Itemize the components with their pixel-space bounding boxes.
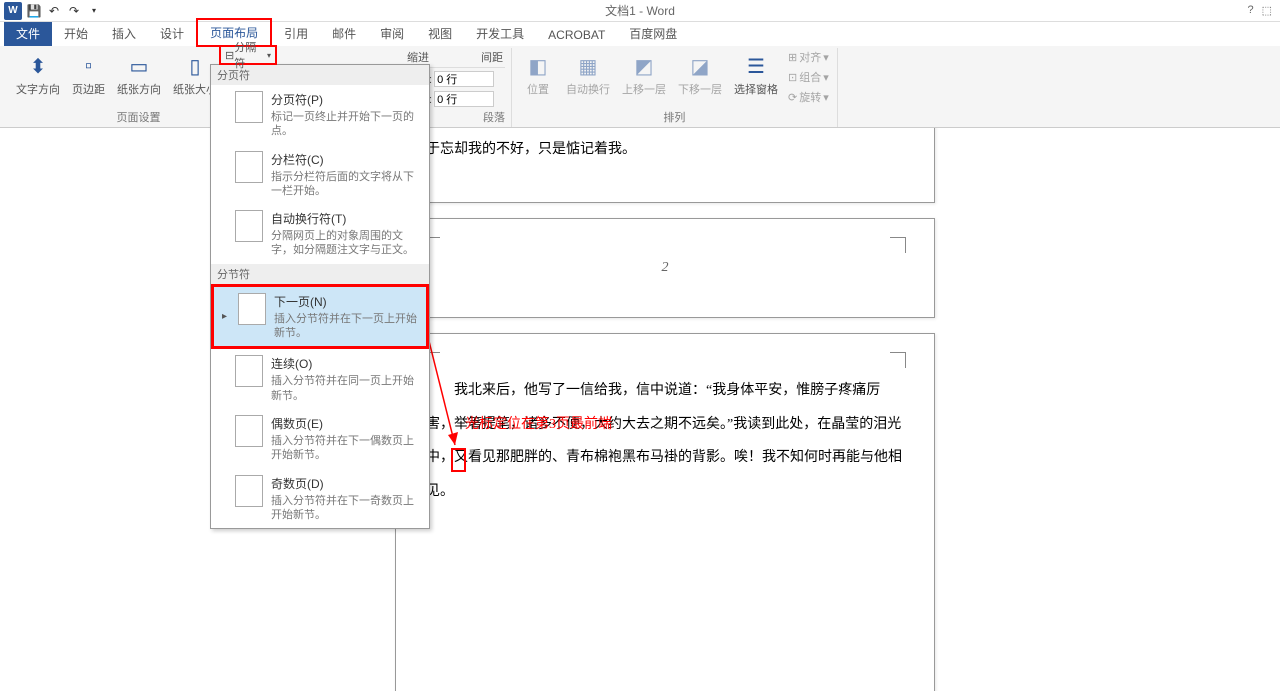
odd-page-icon xyxy=(235,475,263,507)
page-3[interactable]: 我北来后，他写了一信给我，信中说道：“我身体平安，惟膀子疼痛厉害，举箸提笔，诸多… xyxy=(395,333,935,691)
margins-button[interactable]: ▫ 页边距 xyxy=(68,48,109,98)
breaks-icon: ⊟ xyxy=(225,49,234,62)
bring-forward-button[interactable]: ◩ 上移一层 xyxy=(618,48,670,98)
annotation-text: 光标定位在第3页最前端 xyxy=(465,413,612,433)
selection-pane-icon: ☰ xyxy=(740,50,772,82)
tab-mailings[interactable]: 邮件 xyxy=(320,21,368,46)
tab-developer[interactable]: 开发工具 xyxy=(464,21,536,46)
breaks-button[interactable]: ⊟ 分隔符 ▾ xyxy=(219,45,277,65)
tab-baidu[interactable]: 百度网盘 xyxy=(617,21,689,46)
rotate-icon: ⟳ xyxy=(788,91,797,104)
tab-view[interactable]: 视图 xyxy=(416,21,464,46)
align-icon: ⊞ xyxy=(788,51,797,64)
spacing-after-input[interactable] xyxy=(434,91,494,107)
tab-home[interactable]: 开始 xyxy=(52,21,100,46)
tab-review[interactable]: 审阅 xyxy=(368,21,416,46)
continuous-icon xyxy=(235,355,263,387)
help-icon[interactable]: ? xyxy=(1247,4,1253,17)
ribbon-group-arrange: ◧ 位置 ▦ 自动换行 ◩ 上移一层 ◪ 下移一层 ☰ 选择窗格 ⊞ 对齐 ▾ … xyxy=(512,48,838,127)
spacing-before-input[interactable] xyxy=(434,71,494,87)
document-title: 文档1 - Word xyxy=(605,2,675,19)
page-size-icon: ▯ xyxy=(179,50,211,82)
dd-item-page-break[interactable]: 分页符(P) 标记一页终止并开始下一页的点。 xyxy=(211,85,429,145)
title-bar: W 💾 ↶ ↷ ▾ 文档1 - Word ? ⬚ xyxy=(0,0,1280,22)
save-icon[interactable]: 💾 xyxy=(26,3,42,19)
dd-item-next-page[interactable]: ▸ 下一页(N) 插入分节符并在下一页上开始新节。 xyxy=(211,284,429,350)
ribbon-display-icon[interactable]: ⬚ xyxy=(1262,4,1272,17)
margins-icon: ▫ xyxy=(73,50,105,82)
text-wrapping-icon xyxy=(235,210,263,242)
ribbon-tabs: 文件 开始 插入 设计 页面布局 引用 邮件 审阅 视图 开发工具 ACROBA… xyxy=(0,22,1280,46)
section-breaks-header: 分节符 xyxy=(211,264,429,284)
group-button[interactable]: ⊡ 组合 ▾ xyxy=(786,68,831,86)
qat-dropdown-icon[interactable]: ▾ xyxy=(86,3,102,19)
tab-design[interactable]: 设计 xyxy=(148,21,196,46)
tab-file[interactable]: 文件 xyxy=(4,21,52,46)
title-controls: ? ⬚ xyxy=(1247,4,1280,17)
text-direction-button[interactable]: ⬍ 文字方向 xyxy=(12,48,64,98)
cursor-indicator xyxy=(451,448,466,472)
page-1[interactable]: 外；家庭琐屑便往往触他之怒。他待我渐渐不同往日。但最近两年不见，他终于忘却我的不… xyxy=(395,128,935,203)
send-backward-icon: ◪ xyxy=(684,50,716,82)
wrap-text-button[interactable]: ▦ 自动换行 xyxy=(562,48,614,98)
page-2[interactable]: 2 xyxy=(395,218,935,318)
rotate-button[interactable]: ⟳ 旋转 ▾ xyxy=(786,88,831,106)
chevron-down-icon: ▾ xyxy=(267,51,271,60)
group-icon: ⊡ xyxy=(788,71,797,84)
word-app-icon: W xyxy=(4,2,22,20)
indent-label: 缩进 xyxy=(407,49,429,65)
position-icon: ◧ xyxy=(522,50,554,82)
dd-item-column-break[interactable]: 分栏符(C) 指示分栏符后面的文字将从下一栏开始。 xyxy=(211,145,429,205)
dd-item-odd-page[interactable]: 奇数页(D) 插入分节符并在下一奇数页上开始新节。 xyxy=(211,469,429,529)
column-break-icon xyxy=(235,151,263,183)
page-2-number: 2 xyxy=(662,260,669,276)
wrap-text-icon: ▦ xyxy=(572,50,604,82)
align-button[interactable]: ⊞ 对齐 ▾ xyxy=(786,48,831,66)
bring-forward-icon: ◩ xyxy=(628,50,660,82)
next-page-icon xyxy=(238,293,266,325)
page-break-icon xyxy=(235,91,263,123)
orientation-icon: ▭ xyxy=(123,50,155,82)
quick-access-toolbar: W 💾 ↶ ↷ ▾ xyxy=(0,2,102,20)
dd-item-continuous[interactable]: 连续(O) 插入分节符并在同一页上开始新节。 xyxy=(211,349,429,409)
breaks-dropdown: 分页符 分页符(P) 标记一页终止并开始下一页的点。 分栏符(C) 指示分栏符后… xyxy=(210,64,430,529)
undo-icon[interactable]: ↶ xyxy=(46,3,62,19)
spacing-label: 间距 xyxy=(481,49,503,65)
document-area[interactable]: 外；家庭琐屑便往往触他之怒。他待我渐渐不同往日。但最近两年不见，他终于忘却我的不… xyxy=(0,128,1280,691)
arrange-group-label: 排列 xyxy=(518,109,831,127)
redo-icon[interactable]: ↷ xyxy=(66,3,82,19)
tab-references[interactable]: 引用 xyxy=(272,21,320,46)
text-direction-icon: ⬍ xyxy=(22,50,54,82)
dd-item-even-page[interactable]: 偶数页(E) 插入分节符并在下一偶数页上开始新节。 xyxy=(211,409,429,469)
page-1-text: 外；家庭琐屑便往往触他之怒。他待我渐渐不同往日。但最近两年不见，他终于忘却我的不… xyxy=(396,128,934,176)
orientation-button[interactable]: ▭ 纸张方向 xyxy=(113,48,165,98)
dd-item-text-wrapping[interactable]: 自动换行符(T) 分隔网页上的对象周围的文字，如分隔题注文字与正文。 xyxy=(211,204,429,264)
position-button[interactable]: ◧ 位置 xyxy=(518,48,558,98)
selection-pane-button[interactable]: ☰ 选择窗格 xyxy=(730,48,782,98)
even-page-icon xyxy=(235,415,263,447)
ribbon: ⬍ 文字方向 ▫ 页边距 ▭ 纸张方向 ▯ 纸张大小 ▥ 分栏 页面设置 xyxy=(0,46,1280,128)
tab-acrobat[interactable]: ACROBAT xyxy=(536,24,617,46)
send-backward-button[interactable]: ◪ 下移一层 xyxy=(674,48,726,98)
tab-insert[interactable]: 插入 xyxy=(100,21,148,46)
